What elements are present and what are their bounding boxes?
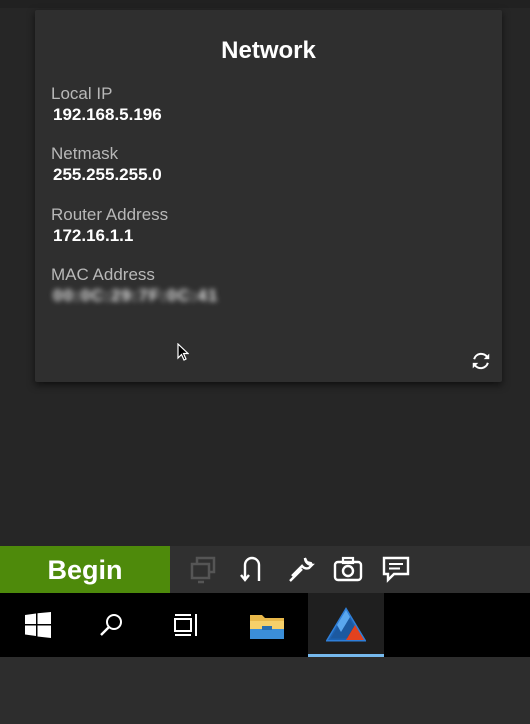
- netmask-value: 255.255.255.0: [53, 165, 162, 184]
- mac-address-field: MAC Address 00:0C:29:7F:0C:41: [51, 265, 218, 306]
- task-view-icon[interactable]: [148, 593, 224, 657]
- network-card: Network Local IP 192.168.5.196 Netmask 2…: [35, 10, 502, 382]
- local-ip-value: 192.168.5.196: [53, 105, 162, 124]
- windows-start-icon[interactable]: [0, 593, 76, 657]
- top-strip: [0, 0, 530, 8]
- mouse-cursor-icon: [177, 342, 190, 361]
- local-ip-label: Local IP: [51, 84, 113, 103]
- windows-icon-disabled: [188, 553, 220, 585]
- bottom-area: [0, 657, 530, 724]
- chat-icon[interactable]: [380, 553, 412, 585]
- taskbar: [0, 593, 530, 657]
- card-title: Network: [221, 37, 316, 64]
- begin-button[interactable]: Begin: [0, 546, 170, 593]
- mac-address-value: 00:0C:29:7F:0C:41: [53, 286, 219, 305]
- router-address-value: 172.16.1.1: [53, 226, 134, 245]
- toolbar: Begin: [0, 546, 530, 593]
- local-ip-field: Local IP 192.168.5.196: [51, 84, 162, 125]
- app-logo-icon[interactable]: [308, 593, 384, 657]
- undo-arrow-icon[interactable]: [238, 553, 270, 585]
- file-explorer-icon[interactable]: [229, 593, 305, 657]
- router-address-field: Router Address 172.16.1.1: [51, 205, 168, 246]
- mac-address-label: MAC Address: [51, 265, 155, 284]
- refresh-icon[interactable]: [470, 350, 492, 372]
- netmask-label: Netmask: [51, 144, 119, 163]
- netmask-field: Netmask 255.255.255.0: [51, 144, 162, 185]
- wrench-icon[interactable]: [285, 553, 317, 585]
- camera-icon[interactable]: [332, 553, 364, 585]
- router-address-label: Router Address: [51, 205, 169, 224]
- search-icon[interactable]: [73, 593, 149, 657]
